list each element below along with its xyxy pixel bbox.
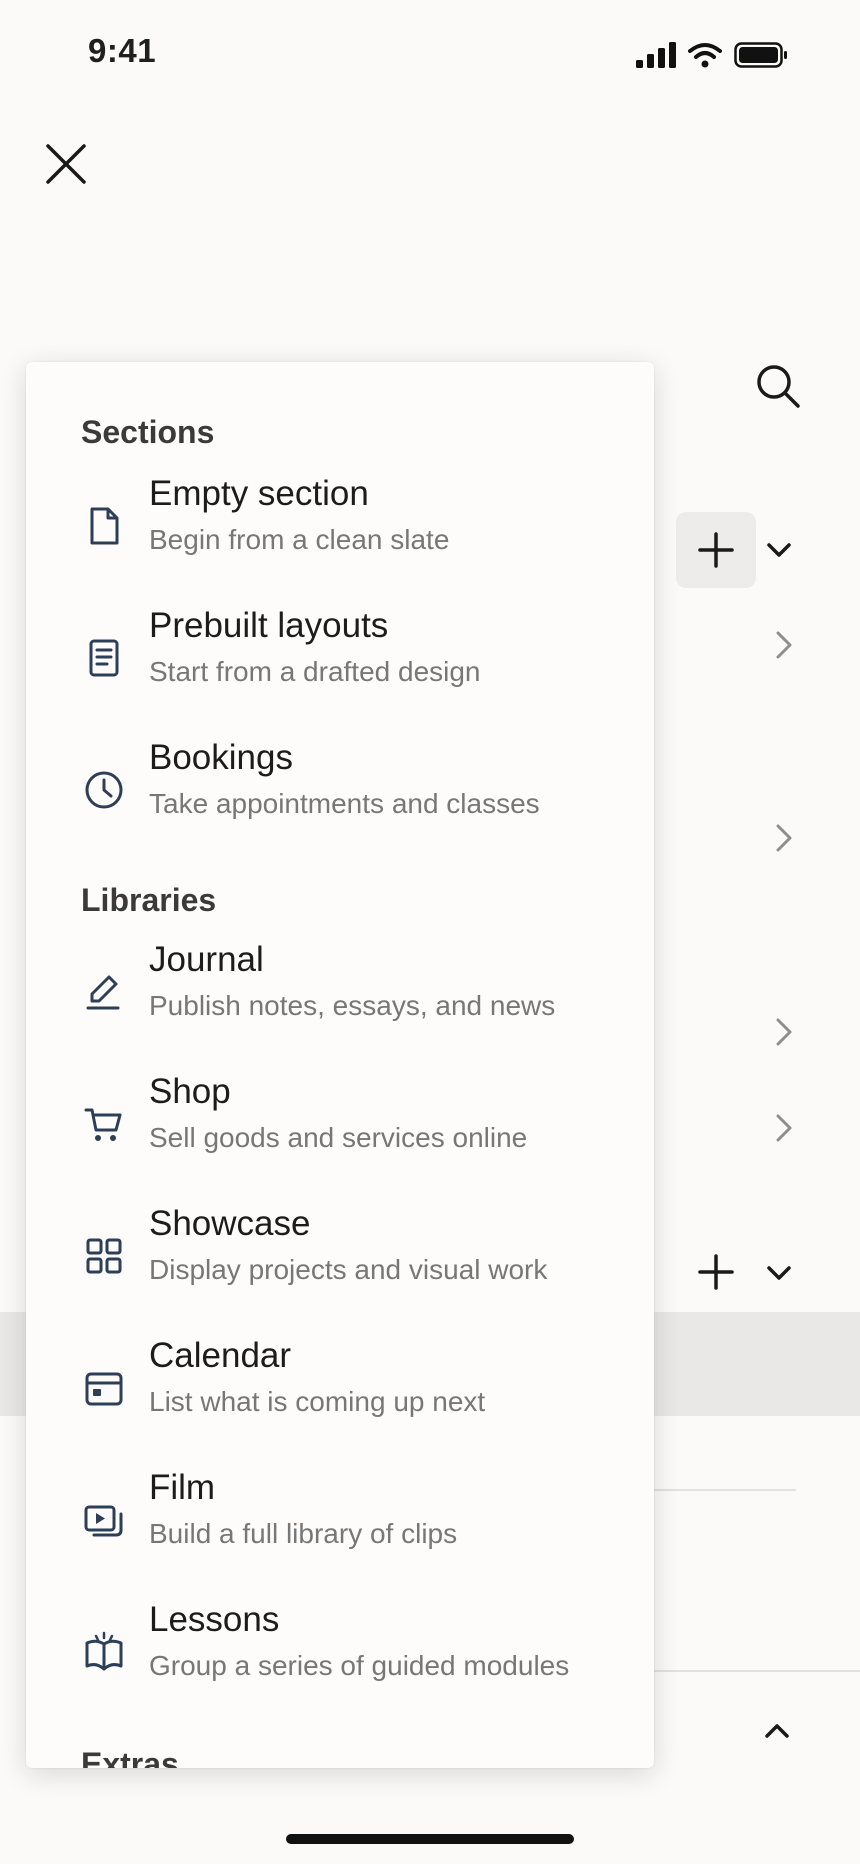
- menu-item-title: Calendar: [149, 1336, 292, 1375]
- extras-heading: Extras: [81, 1746, 179, 1768]
- sections-heading: Sections: [81, 414, 215, 450]
- add-button[interactable]: [676, 512, 756, 588]
- menu-item-subtitle: Publish notes, essays, and news: [149, 990, 556, 1021]
- menu-item-title: Shop: [149, 1072, 231, 1111]
- divider: [640, 1489, 796, 1491]
- battery-icon: [734, 42, 787, 68]
- plus-icon[interactable]: [696, 1252, 736, 1292]
- menu-item-title: Film: [149, 1468, 216, 1507]
- menu-item-shop[interactable]: Shop Sell goods and services online: [26, 1068, 654, 1178]
- search-icon[interactable]: [752, 360, 804, 412]
- book-icon: [85, 1631, 123, 1671]
- chevron-right-icon[interactable]: [768, 1113, 798, 1143]
- menu-item-showcase[interactable]: Showcase Display projects and visual wor…: [26, 1200, 654, 1310]
- calendar-icon: [85, 1372, 123, 1406]
- grid-icon: [86, 1238, 122, 1274]
- menu-item-journal[interactable]: Journal Publish notes, essays, and news: [26, 936, 654, 1046]
- menu-item-bookings[interactable]: Bookings Take appointments and classes: [26, 734, 654, 844]
- close-icon[interactable]: [40, 138, 92, 190]
- menu-item-subtitle: Take appointments and classes: [149, 788, 540, 819]
- chevron-down-icon[interactable]: [764, 1258, 794, 1288]
- chevron-down-icon[interactable]: [764, 535, 794, 565]
- layout-icon: [89, 639, 119, 677]
- status-time: 9:41: [88, 32, 157, 69]
- chevron-right-icon[interactable]: [768, 823, 798, 853]
- menu-item-subtitle: Begin from a clean slate: [149, 524, 450, 555]
- chevron-right-icon[interactable]: [768, 630, 798, 660]
- cart-icon: [84, 1108, 122, 1141]
- menu-item-title: Lessons: [149, 1600, 280, 1639]
- menu-item-film[interactable]: Film Build a full library of clips: [26, 1464, 654, 1574]
- document-icon: [90, 507, 119, 545]
- menu-item-title: Journal: [149, 940, 264, 979]
- home-indicator: [286, 1834, 574, 1844]
- status-icons: [636, 40, 788, 70]
- menu-item-title: Bookings: [149, 738, 293, 777]
- menu-item-subtitle: Start from a drafted design: [149, 656, 481, 687]
- menu-item-empty-section[interactable]: Empty section Begin from a clean slate: [26, 470, 654, 580]
- plus-icon: [698, 532, 734, 568]
- menu-item-subtitle: Sell goods and services online: [149, 1122, 528, 1153]
- cellular-signal-icon: [636, 42, 676, 68]
- pencil-icon: [86, 975, 120, 1010]
- clock-icon: [85, 771, 123, 809]
- menu-item-subtitle: Group a series of guided modules: [149, 1650, 570, 1681]
- menu-item-lessons[interactable]: Lessons Group a series of guided modules: [26, 1596, 654, 1706]
- menu-item-subtitle: List what is coming up next: [149, 1386, 486, 1417]
- menu-item-calendar[interactable]: Calendar List what is coming up next: [26, 1332, 654, 1442]
- menu-item-title: Showcase: [149, 1204, 311, 1243]
- libraries-heading: Libraries: [81, 882, 217, 918]
- video-icon: [84, 1505, 123, 1537]
- wifi-icon: [688, 43, 722, 68]
- add-section-menu: Sections Empty section Begin from a clea…: [26, 362, 654, 1768]
- menu-item-subtitle: Display projects and visual work: [149, 1254, 548, 1285]
- chevron-up-icon[interactable]: [762, 1716, 792, 1746]
- menu-item-prebuilt-layouts[interactable]: Prebuilt layouts Start from a drafted de…: [26, 602, 654, 712]
- divider: [640, 1670, 860, 1672]
- menu-item-title: Prebuilt layouts: [149, 606, 389, 645]
- chevron-right-icon[interactable]: [768, 1017, 798, 1047]
- menu-item-title: Empty section: [149, 474, 369, 513]
- menu-item-subtitle: Build a full library of clips: [149, 1518, 458, 1549]
